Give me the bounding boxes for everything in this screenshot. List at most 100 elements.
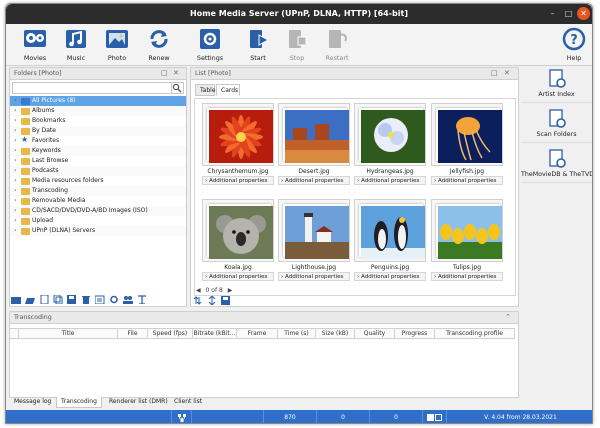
properties-icon[interactable] bbox=[94, 295, 106, 305]
pane-close-icon[interactable]: ✕ bbox=[504, 69, 510, 77]
stop-button[interactable]: Stop bbox=[278, 26, 316, 64]
folder-item[interactable]: › Transcoding bbox=[10, 186, 186, 196]
network-icon[interactable] bbox=[172, 410, 192, 423]
expand-arrow-icon[interactable]: › bbox=[14, 106, 16, 116]
close-icon[interactable]: ✕ bbox=[577, 7, 590, 20]
tab-renderer-list[interactable]: Renderer list (DMR) bbox=[105, 397, 172, 408]
additional-properties-toggle[interactable]: › Additional properties bbox=[278, 272, 350, 281]
pane-restore-icon[interactable]: □ bbox=[491, 69, 498, 77]
thumbnail-frame[interactable] bbox=[354, 199, 426, 262]
media-card[interactable]: Jellyfish.jpg › Additional properties bbox=[431, 103, 503, 190]
add-folder-icon[interactable] bbox=[11, 295, 22, 305]
expand-arrow-icon[interactable]: › bbox=[14, 186, 16, 196]
media-card[interactable]: Chrysanthemum.jpg › Additional properties bbox=[202, 103, 274, 190]
tab-table[interactable]: Table bbox=[195, 84, 216, 96]
renew-button[interactable]: Renew bbox=[140, 26, 178, 64]
thumbnail-frame[interactable] bbox=[278, 103, 350, 166]
media-card[interactable]: Penguins.jpg › Additional properties bbox=[354, 199, 426, 286]
media-card[interactable]: Koala.jpg › Additional properties bbox=[202, 199, 274, 286]
col-speed[interactable]: Speed (fps) bbox=[148, 329, 193, 339]
additional-properties-toggle[interactable]: › Additional properties bbox=[202, 272, 274, 281]
expand-arrow-icon[interactable]: › bbox=[14, 216, 16, 226]
media-card[interactable]: Tulips.jpg › Additional properties bbox=[431, 199, 503, 286]
expand-icon[interactable] bbox=[207, 295, 218, 306]
tab-client-list[interactable]: Client list bbox=[170, 397, 206, 408]
delete-icon[interactable] bbox=[81, 295, 92, 305]
movies-button[interactable]: Movies bbox=[16, 26, 54, 64]
expand-arrow-icon[interactable]: › bbox=[14, 126, 16, 136]
col-title[interactable]: Title bbox=[19, 329, 118, 339]
folder-item[interactable]: › Last Browse bbox=[10, 156, 186, 166]
folder-item[interactable]: › Upload bbox=[10, 216, 186, 226]
folder-item[interactable]: › Media resources folders bbox=[10, 176, 186, 186]
music-button[interactable]: Music bbox=[57, 26, 95, 64]
thumbnail-frame[interactable] bbox=[431, 199, 503, 262]
file-icon[interactable] bbox=[39, 294, 50, 305]
users-icon[interactable] bbox=[123, 295, 134, 305]
thumbnail-frame[interactable] bbox=[354, 103, 426, 166]
expand-arrow-icon[interactable]: › bbox=[14, 156, 16, 166]
folder-item[interactable]: › Keywords bbox=[10, 146, 186, 156]
additional-properties-toggle[interactable]: › Additional properties bbox=[354, 176, 426, 185]
col-file[interactable]: File bbox=[118, 329, 148, 339]
save-list-icon[interactable] bbox=[221, 296, 232, 306]
pane-restore-icon[interactable]: □ bbox=[161, 69, 168, 77]
media-card[interactable]: Desert.jpg › Additional properties bbox=[278, 103, 350, 190]
folder-item[interactable]: › All Pictures (8) bbox=[10, 96, 186, 106]
settings-small-icon[interactable] bbox=[109, 295, 120, 305]
open-folder-icon[interactable] bbox=[25, 295, 36, 305]
folder-item[interactable]: › Removable Media bbox=[10, 196, 186, 206]
sort-icon[interactable] bbox=[193, 296, 204, 306]
folder-item[interactable]: › CD/SACD/DVD/DVD-A/BD Images (ISO) bbox=[10, 206, 186, 216]
additional-properties-toggle[interactable]: › Additional properties bbox=[354, 272, 426, 281]
bookmark-icon[interactable] bbox=[137, 295, 148, 305]
tab-cards[interactable]: Cards bbox=[216, 84, 240, 96]
collapse-icon[interactable]: ⌃ bbox=[505, 313, 511, 321]
help-button[interactable]: ? Help bbox=[555, 26, 592, 64]
minimize-icon[interactable]: – bbox=[546, 7, 559, 20]
thumbnail-frame[interactable] bbox=[202, 103, 274, 166]
folder-item[interactable]: › UPnP (DLNA) Servers bbox=[10, 226, 186, 236]
additional-properties-toggle[interactable]: › Additional properties bbox=[431, 272, 503, 281]
expand-arrow-icon[interactable]: › bbox=[14, 96, 16, 106]
tmdb-button[interactable]: TheMovieDB & TheTVDB bbox=[521, 147, 592, 183]
expand-arrow-icon[interactable]: › bbox=[14, 136, 16, 146]
save-icon[interactable] bbox=[67, 295, 78, 305]
last-page-icon[interactable]: ▶ bbox=[228, 287, 233, 294]
col-frame[interactable]: Frame bbox=[237, 329, 278, 339]
col-quality[interactable]: Quality bbox=[355, 329, 395, 339]
thumbnail-frame[interactable] bbox=[202, 199, 274, 262]
restart-button[interactable]: Restart bbox=[318, 26, 356, 64]
first-page-icon[interactable]: ◀ bbox=[196, 287, 201, 294]
folder-item[interactable]: › By Date bbox=[10, 126, 186, 136]
expand-arrow-icon[interactable]: › bbox=[14, 166, 16, 176]
folders-search-input[interactable] bbox=[12, 82, 184, 94]
additional-properties-toggle[interactable]: › Additional properties bbox=[278, 176, 350, 185]
expand-arrow-icon[interactable]: › bbox=[14, 176, 16, 186]
additional-properties-toggle[interactable]: › Additional properties bbox=[431, 176, 503, 185]
pane-close-icon[interactable]: ✕ bbox=[173, 69, 179, 77]
col-profile[interactable]: Transcoding profile bbox=[435, 329, 515, 339]
tab-message-log[interactable]: Message log bbox=[10, 397, 55, 408]
folder-item[interactable]: › ★ Favorites bbox=[10, 135, 186, 146]
artist-index-button[interactable]: Artist Index bbox=[521, 67, 592, 103]
maximize-icon[interactable]: □ bbox=[562, 7, 575, 20]
thumbnail-frame[interactable] bbox=[431, 103, 503, 166]
col-size[interactable]: Size (kB) bbox=[316, 329, 355, 339]
media-card[interactable]: Hydrangeas.jpg › Additional properties bbox=[354, 103, 426, 190]
folder-item[interactable]: › Albums bbox=[10, 106, 186, 116]
settings-button[interactable]: Settings bbox=[191, 26, 229, 64]
thumbnail-frame[interactable] bbox=[278, 199, 350, 262]
copy-icon[interactable] bbox=[53, 294, 64, 305]
photo-button[interactable]: Photo bbox=[98, 26, 136, 64]
scan-folders-button[interactable]: Scan Folders bbox=[521, 107, 592, 143]
expand-arrow-icon[interactable]: › bbox=[14, 196, 16, 206]
col-progress[interactable]: Progress bbox=[395, 329, 435, 339]
folder-item[interactable]: › Podcasts bbox=[10, 166, 186, 176]
col-bitrate[interactable]: Bitrate (kBit... bbox=[193, 329, 237, 339]
tab-transcoding[interactable]: Transcoding bbox=[56, 397, 102, 408]
expand-arrow-icon[interactable]: › bbox=[14, 116, 16, 126]
expand-arrow-icon[interactable]: › bbox=[14, 206, 16, 216]
start-button[interactable]: Start bbox=[239, 26, 277, 64]
search-icon[interactable] bbox=[171, 83, 183, 93]
